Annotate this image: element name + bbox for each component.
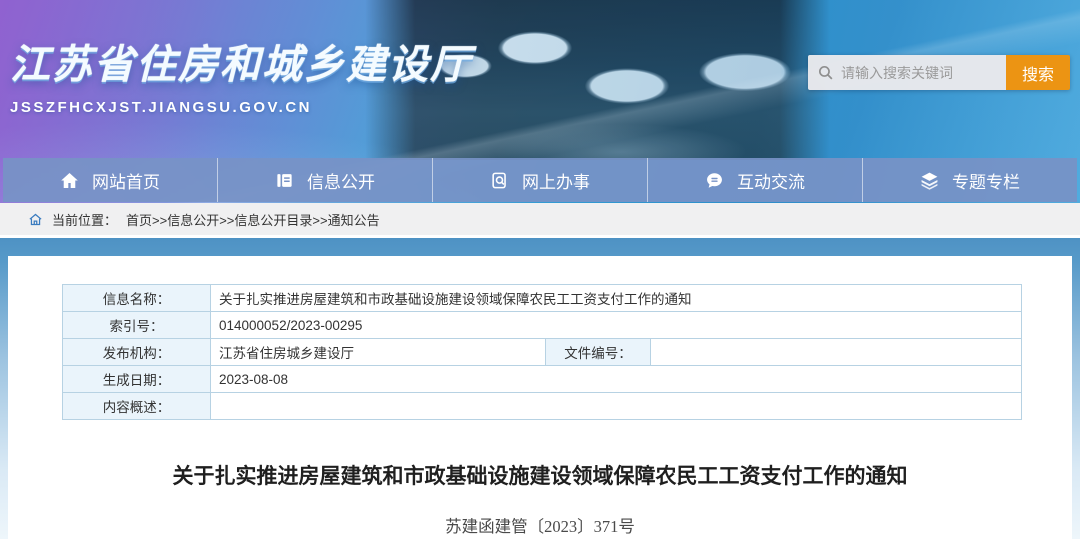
article-title: 关于扎实推进房屋建筑和市政基础设施建设领域保障农民工工资支付工作的通知 xyxy=(58,460,1022,490)
table-row: 发布机构： 江苏省住房城乡建设厅 文件编号： xyxy=(63,339,1022,366)
info-name-value: 关于扎实推进房屋建筑和市政基础设施建设领域保障农民工工资支付工作的通知 xyxy=(211,285,1022,312)
search-icon xyxy=(817,64,834,81)
content-panel: 信息名称： 关于扎实推进房屋建筑和市政基础设施建设领域保障农民工工资支付工作的通… xyxy=(8,256,1072,539)
table-row: 索引号： 014000052/2023-00295 xyxy=(63,312,1022,339)
nav-item-interaction[interactable]: 互动交流 xyxy=(648,158,863,202)
search-input[interactable] xyxy=(841,65,997,81)
interaction-icon xyxy=(705,171,724,190)
info-disclosure-icon xyxy=(275,171,294,190)
date-value: 2023-08-08 xyxy=(211,366,1022,393)
doc-number: 苏建函建管〔2023〕371号 xyxy=(8,513,1072,537)
site-header: 江苏省住房和城乡建设厅 JSSZFHCXJST.JIANGSU.GOV.CN 搜… xyxy=(0,0,1080,203)
site-brand: 江苏省住房和城乡建设厅 JSSZFHCXJST.JIANGSU.GOV.CN xyxy=(10,32,472,116)
nav-item-label: 网上办事 xyxy=(522,168,590,193)
breadcrumb-path[interactable]: 首页>>信息公开>>信息公开目录>>通知公告 xyxy=(126,210,380,229)
info-name-label: 信息名称： xyxy=(63,285,211,312)
home-icon xyxy=(60,171,79,190)
table-row: 生成日期： 2023-08-08 xyxy=(63,366,1022,393)
nav-item-label: 互动交流 xyxy=(737,168,805,193)
breadcrumb-prefix: 当前位置： xyxy=(52,210,117,229)
nav-item-label: 网站首页 xyxy=(92,168,160,193)
index-number-value: 014000052/2023-00295 xyxy=(211,312,1022,339)
main-nav: 网站首页 信息公开 网上办事 互动交流 xyxy=(3,158,1077,202)
page: 江苏省住房和城乡建设厅 JSSZFHCXJST.JIANGSU.GOV.CN 搜… xyxy=(0,0,1080,542)
table-row: 内容概述： xyxy=(63,393,1022,420)
nav-item-online-service[interactable]: 网上办事 xyxy=(433,158,648,202)
search-input-wrap xyxy=(808,55,1006,90)
nav-item-topics[interactable]: 专题专栏 xyxy=(863,158,1077,202)
topics-icon xyxy=(920,171,939,190)
search-bar: 搜索 xyxy=(808,55,1070,90)
content-frame: 信息名称： 关于扎实推进房屋建筑和市政基础设施建设领域保障农民工工资支付工作的通… xyxy=(0,238,1080,539)
date-label: 生成日期： xyxy=(63,366,211,393)
summary-label: 内容概述： xyxy=(63,393,211,420)
breadcrumb: 当前位置： 首页>>信息公开>>信息公开目录>>通知公告 xyxy=(0,203,1080,238)
doc-code-label: 文件编号： xyxy=(546,339,651,366)
site-url: JSSZFHCXJST.JIANGSU.GOV.CN xyxy=(10,99,472,116)
info-table: 信息名称： 关于扎实推进房屋建筑和市政基础设施建设领域保障农民工工资支付工作的通… xyxy=(62,284,1022,420)
doc-code-value xyxy=(651,339,1022,366)
nav-item-info-disclosure[interactable]: 信息公开 xyxy=(218,158,433,202)
nav-item-label: 信息公开 xyxy=(307,168,375,193)
publisher-value: 江苏省住房城乡建设厅 xyxy=(211,339,546,366)
publisher-label: 发布机构： xyxy=(63,339,211,366)
breadcrumb-home-icon xyxy=(28,212,43,227)
site-title: 江苏省住房和城乡建设厅 xyxy=(10,32,472,90)
nav-item-home[interactable]: 网站首页 xyxy=(3,158,218,202)
nav-item-label: 专题专栏 xyxy=(952,168,1020,193)
index-number-label: 索引号： xyxy=(63,312,211,339)
table-row: 信息名称： 关于扎实推进房屋建筑和市政基础设施建设领域保障农民工工资支付工作的通… xyxy=(63,285,1022,312)
summary-value xyxy=(211,393,1022,420)
online-service-icon xyxy=(490,171,509,190)
search-button[interactable]: 搜索 xyxy=(1006,55,1070,90)
